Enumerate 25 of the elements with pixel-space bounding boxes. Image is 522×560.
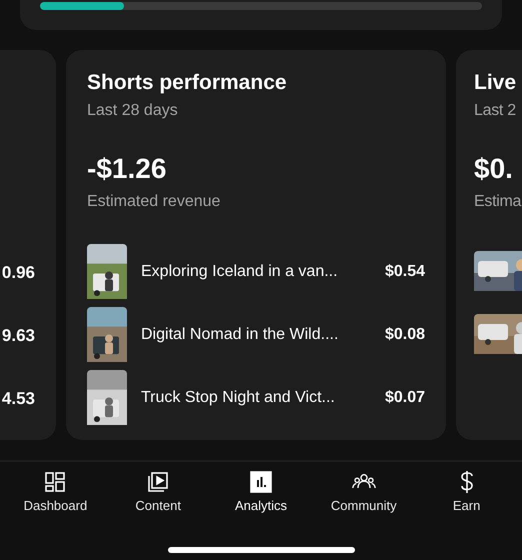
card-title: Shorts performance [87,70,287,96]
revenue-value: 0.96 [2,262,35,284]
nav-tab[interactable]: Earn [416,468,517,515]
nav-tab[interactable]: Content [108,468,208,515]
period-label: Last 2 [474,101,516,121]
card-title: Live [474,70,516,96]
video-revenue: $0.08 [384,326,425,344]
revenue-amount: $0. [474,152,513,186]
revenue-value: 4.53 [2,388,35,410]
nav-tab[interactable]: Analytics [210,468,311,515]
revenue-value: 9.63 [2,325,35,347]
revenue-label: Estima [474,192,522,212]
video-title[interactable]: Exploring Iceland in a van... [141,262,371,280]
nav-tab[interactable]: Dashboard [5,468,106,515]
video-revenue: $0.54 [384,262,425,280]
video-revenue: $0.07 [384,388,425,406]
revenue-label: Estimated revenue [87,192,220,212]
nav-tab[interactable]: Community [314,468,414,515]
video-title[interactable]: Truck Stop Night and Vict... [141,388,371,406]
period-label: Last 28 days [87,101,178,121]
revenue-amount: -$1.26 [87,152,166,186]
video-title[interactable]: Digital Nomad in the Wild.... [141,326,371,344]
play-icon [146,470,170,494]
chart-icon [248,470,273,494]
dashboard-icon [43,470,68,494]
